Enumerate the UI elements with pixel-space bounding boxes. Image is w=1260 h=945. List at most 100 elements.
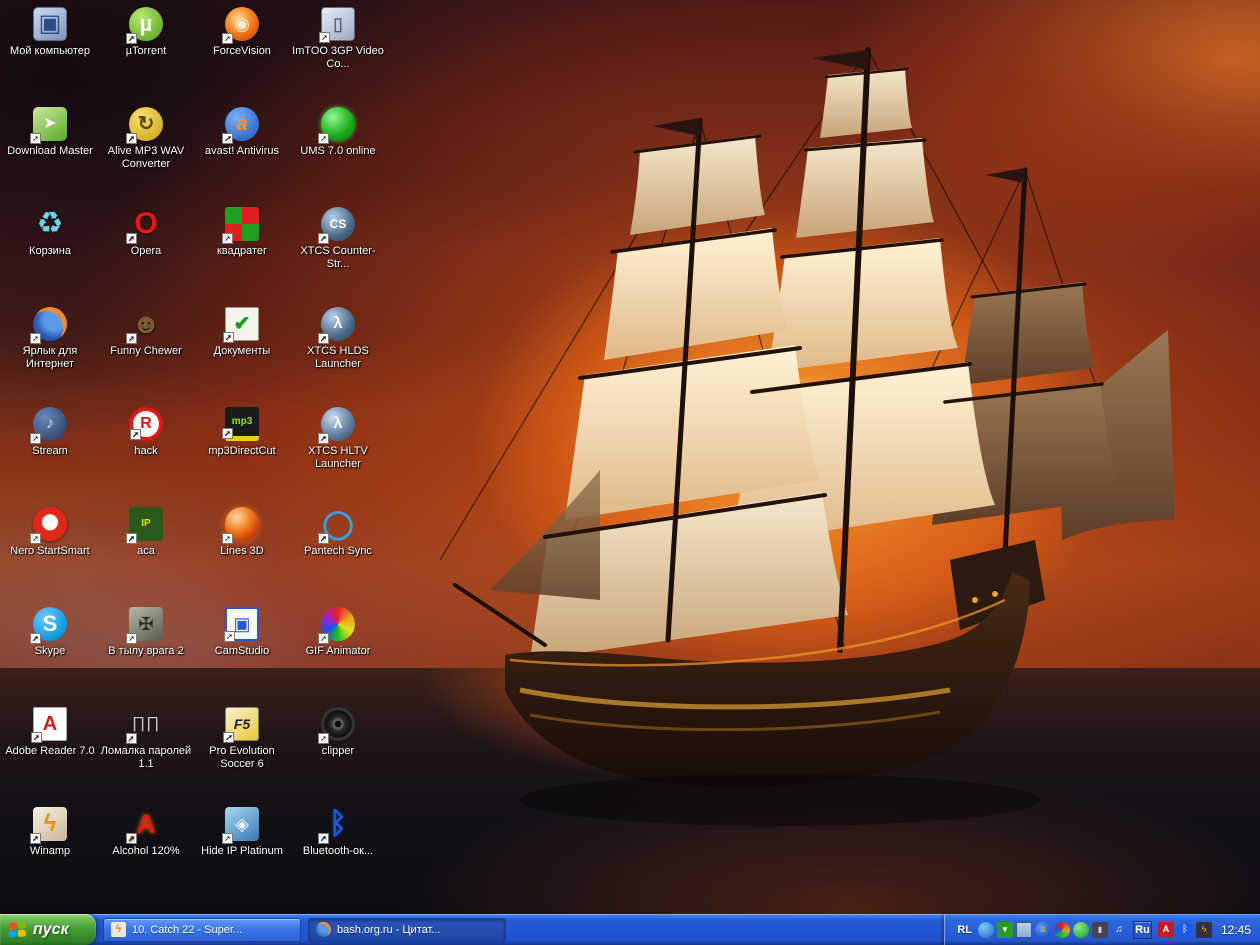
desktop-icon-label: Skype — [35, 645, 66, 658]
shortcut-arrow-overlay — [224, 631, 235, 642]
taskbar-task-firefox-bash-org-ru[interactable]: bash.org.ru - Цитат... — [308, 918, 506, 942]
desktop-icon-image — [321, 107, 355, 141]
taskbar-task-winamp-catch22[interactable]: ϟ 10. Catch 22 - Super... — [103, 918, 301, 942]
desktop-icon-alcohol-120[interactable]: A Alcohol 120% — [98, 802, 194, 902]
desktop-icon-label: Download Master — [7, 145, 93, 158]
desktop-icon-label: XTCS HLDS Launcher — [292, 345, 384, 371]
desktop-icon-label: Bluetooth-ок... — [303, 845, 373, 858]
shortcut-arrow-overlay — [318, 133, 329, 144]
tray-icon-phone-sync[interactable]: ▮ — [1092, 922, 1108, 938]
icon-glyph: S — [43, 613, 58, 635]
desktop-icon-gif-animator[interactable]: GIF Animator — [290, 602, 386, 702]
tray-icon-antivirus[interactable]: a — [1035, 922, 1051, 938]
tray-icon-color-star[interactable] — [1054, 922, 1070, 938]
desktop-icon-label: XTCS Counter-Str... — [292, 245, 384, 271]
desktop-icon-label: GIF Animator — [306, 645, 371, 658]
tray-icon-bluetooth[interactable]: ᛒ — [1177, 922, 1193, 938]
tray-icon-network[interactable] — [978, 922, 994, 938]
desktop-icon-internet-shortcut[interactable]: Ярлык для Интернет — [2, 302, 98, 402]
tray-icons-left: ▼ a ▮ — [978, 922, 1127, 938]
icon-glyph: ➤ — [43, 116, 56, 132]
icon-glyph: ♻ — [37, 209, 64, 239]
tray-icon-volume[interactable]: ♫ — [1111, 922, 1127, 938]
desktop-icon-utorrent[interactable]: µ µTorrent — [98, 2, 194, 102]
desktop-icon-pantech-sync[interactable]: ◯ Pantech Sync — [290, 502, 386, 602]
desktop-icon-avast[interactable]: a avast! Antivirus — [194, 102, 290, 202]
desktop-icon-image: ϟ — [33, 807, 67, 841]
desktop-icon-xtcs-counter-strike[interactable]: CS XTCS Counter-Str... — [290, 202, 386, 302]
taskbar-clock[interactable]: 12:45 — [1221, 923, 1251, 937]
shortcut-arrow-overlay — [126, 233, 137, 244]
tray-icon-winamp[interactable]: ϟ — [1196, 922, 1212, 938]
tray-rl-indicator[interactable]: RL — [957, 924, 972, 936]
desktop-icon-image: ▯ — [321, 7, 355, 41]
desktop-icon-lomalka-paroley[interactable]: ∏∏ Ломалка паролей 1.1 — [98, 702, 194, 802]
desktop-icon-pes6[interactable]: F5 Pro Evolution Soccer 6 — [194, 702, 290, 802]
shortcut-arrow-overlay — [30, 633, 41, 644]
start-button[interactable]: пуск — [0, 914, 96, 945]
shortcut-arrow-overlay — [318, 533, 329, 544]
desktop-icon-image: µ — [129, 7, 163, 41]
desktop-icon-xtcs-hltv[interactable]: λ XTCS HLTV Launcher — [290, 402, 386, 502]
desktop-icon-my-computer[interactable]: ▣ Мой компьютер — [2, 2, 98, 102]
desktop-icon-nero-startsmart[interactable]: Nero StartSmart — [2, 502, 98, 602]
desktop-icon-opera[interactable]: O Opera — [98, 202, 194, 302]
tray-icon-display[interactable] — [1016, 922, 1032, 938]
desktop-icon-lines-3d[interactable]: Lines 3D — [194, 502, 290, 602]
desktop-icon-label: XTCS HLTV Launcher — [292, 445, 384, 471]
icon-glyph: IP — [141, 519, 150, 529]
desktop-icon-funny-chewer[interactable]: ☻ Funny Chewer — [98, 302, 194, 402]
desktop-icon-label: Мой компьютер — [10, 45, 90, 58]
tray-icon-glyph: A — [1163, 925, 1170, 934]
tray-icon-download[interactable]: ▼ — [997, 922, 1013, 938]
desktop-icon-aca[interactable]: IP aca — [98, 502, 194, 602]
desktop-icon-recycle-bin[interactable]: ♻ Корзина — [2, 202, 98, 302]
desktop-icon-clipper[interactable]: clipper — [290, 702, 386, 802]
desktop-icon-image: ∏∏ — [129, 707, 163, 741]
desktop-icon-image — [33, 307, 67, 341]
desktop-icon-kvadrateg[interactable]: квадратег — [194, 202, 290, 302]
windows-logo-icon — [9, 921, 26, 938]
desktop-icon-stream[interactable]: ♪ Stream — [2, 402, 98, 502]
desktop-icon-label: Ломалка паролей 1.1 — [100, 745, 192, 771]
icon-glyph: λ — [334, 316, 343, 332]
desktop-icon-image: ✠ — [129, 607, 163, 641]
shortcut-arrow-overlay — [223, 732, 234, 743]
desktop-icon-winamp[interactable]: ϟ Winamp — [2, 802, 98, 902]
desktop-icon-label: Pro Evolution Soccer 6 — [196, 745, 288, 771]
desktop-icon-skype[interactable]: S Skype — [2, 602, 98, 702]
desktop-icon-image: ♪ — [33, 407, 67, 441]
desktop-icon-camstudio[interactable]: ▣ CamStudio — [194, 602, 290, 702]
shortcut-arrow-overlay — [126, 33, 137, 44]
shortcut-arrow-overlay — [222, 428, 233, 439]
desktop-icon-hack[interactable]: R hack — [98, 402, 194, 502]
tray-icon-ums-online[interactable] — [1073, 922, 1089, 938]
shortcut-arrow-overlay — [318, 333, 329, 344]
desktop-icon-hide-ip-platinum[interactable]: ◈ Hide IP Platinum — [194, 802, 290, 902]
desktop-icon-xtcs-hlds[interactable]: λ XTCS HLDS Launcher — [290, 302, 386, 402]
desktop-icon-adobe-reader[interactable]: A Adobe Reader 7.0 — [2, 702, 98, 802]
desktop-icon-bluetooth[interactable]: ᛒ Bluetooth-ок... — [290, 802, 386, 902]
icon-glyph: ◈ — [235, 815, 249, 833]
icon-glyph: ϟ — [44, 812, 57, 836]
desktop-icon-image: IP — [129, 507, 163, 541]
icon-glyph: ✠ — [138, 615, 153, 633]
task-label: bash.org.ru - Цитат... — [337, 924, 440, 936]
desktop-icon-image: ◯ — [321, 507, 355, 541]
language-indicator[interactable]: Ru — [1133, 921, 1152, 939]
desktop-icon-mp3directcut[interactable]: mp3 mp3DirectCut — [194, 402, 290, 502]
desktop-icon-imtoo-3gp[interactable]: ▯ ImTOO 3GP Video Co... — [290, 2, 386, 102]
desktop-icon-alive-converter[interactable]: ↻ Alive MP3 WAV Converter — [98, 102, 194, 202]
desktop-icon-documents[interactable]: ✔ Документы — [194, 302, 290, 402]
desktop-icon-download-master[interactable]: ➤ Download Master — [2, 102, 98, 202]
desktop-icon-forcevision[interactable]: ◉ ForceVision — [194, 2, 290, 102]
desktop-icon-ums[interactable]: UMS 7.0 online — [290, 102, 386, 202]
desktop-icon-label: hack — [134, 445, 157, 458]
tray-icons-right: A ᛒ ϟ — [1158, 922, 1212, 938]
icon-glyph: mp3 — [232, 417, 253, 427]
shortcut-arrow-overlay — [31, 732, 42, 743]
tray-icon-alcohol[interactable]: A — [1158, 922, 1174, 938]
desktop-icon-v-tylu-vraga-2[interactable]: ✠ В тылу врага 2 — [98, 602, 194, 702]
icon-glyph: CS — [330, 218, 347, 230]
desktop-icon-image: ▣ — [225, 607, 259, 641]
